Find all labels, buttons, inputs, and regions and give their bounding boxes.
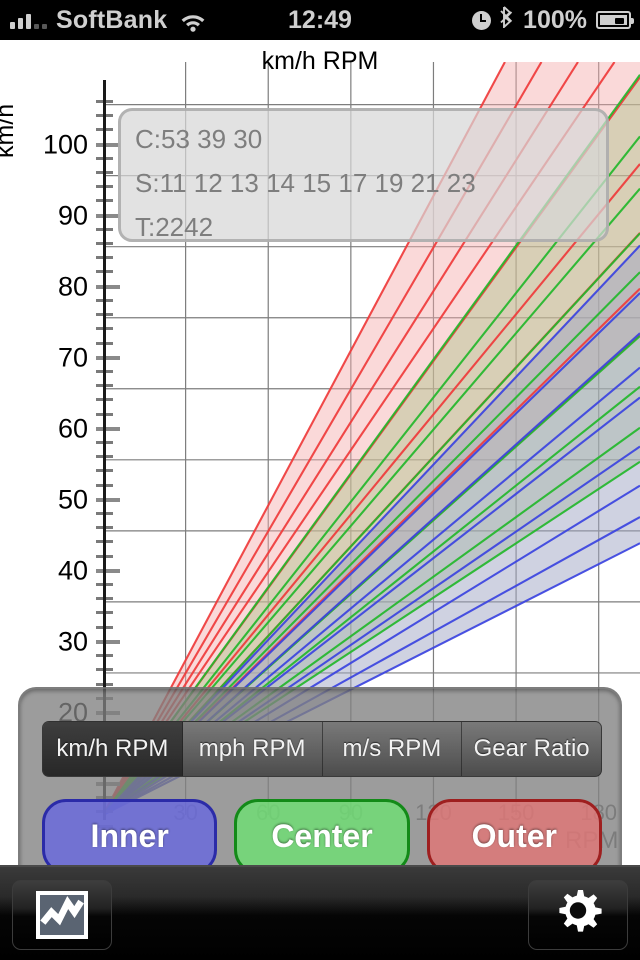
status-bar-time: 12:49 [288, 5, 352, 34]
tab-ms-rpm[interactable]: m/s RPM [322, 722, 463, 776]
y-axis-major-tick [96, 142, 120, 147]
y-axis-tick-label: 40 [57, 555, 88, 586]
y-axis-tick-label: 100 [42, 129, 88, 160]
chart-canvas[interactable]: km/h RPM km/h 2030405060708090100 306090… [0, 40, 640, 865]
gearing-info-box: C:53 39 30 S:11 12 13 14 15 17 19 21 23 … [118, 108, 609, 242]
y-axis-major-tick [96, 497, 120, 502]
y-axis-major-tick [96, 284, 120, 289]
tab-mph-rpm[interactable]: mph RPM [182, 722, 323, 776]
tab-kmh-rpm[interactable]: km/h RPM [43, 722, 183, 776]
gear-icon [551, 886, 605, 945]
chart-button[interactable] [12, 880, 112, 950]
inner-button[interactable]: Inner [42, 799, 218, 865]
y-axis-major-tick [96, 355, 120, 360]
sprockets-label: S:11 12 13 14 15 17 19 21 23 [135, 168, 476, 198]
outer-button[interactable]: Outer [426, 799, 602, 865]
y-axis-tick-label: 80 [57, 271, 88, 302]
settings-button[interactable] [528, 880, 628, 950]
status-bar: SoftBank 12:49 100% [0, 0, 640, 40]
control-panel: km/h RPM mph RPM m/s RPM Gear Ratio Inne… [18, 687, 622, 865]
y-axis-tick-label: 70 [57, 342, 88, 373]
chart-icon [36, 891, 88, 939]
chart-title: km/h RPM [261, 47, 379, 75]
battery-icon [596, 11, 634, 29]
unit-mode-segmented-control[interactable]: km/h RPM mph RPM m/s RPM Gear Ratio [42, 721, 602, 777]
y-axis-tick-label: 30 [57, 626, 88, 657]
bottom-toolbar [0, 865, 640, 960]
center-button[interactable]: Center [234, 799, 410, 865]
y-axis-major-tick [96, 426, 120, 431]
y-axis-major-tick [96, 213, 120, 218]
y-axis-label: km/h [0, 103, 19, 158]
chainrings-label: C:53 39 30 [135, 124, 263, 154]
tab-gear-ratio[interactable]: Gear Ratio [462, 722, 601, 776]
y-axis-major-tick [96, 639, 120, 644]
y-axis-tick-label: 90 [57, 200, 88, 231]
y-axis-tick-label: 50 [57, 484, 88, 515]
alarm-clock-icon [472, 10, 492, 30]
y-axis-major-tick [96, 568, 120, 573]
y-axis-tick-label: 60 [57, 413, 88, 444]
tire-label: T:2242 [135, 212, 214, 242]
chainring-button-group: Inner Center Outer [42, 799, 602, 865]
